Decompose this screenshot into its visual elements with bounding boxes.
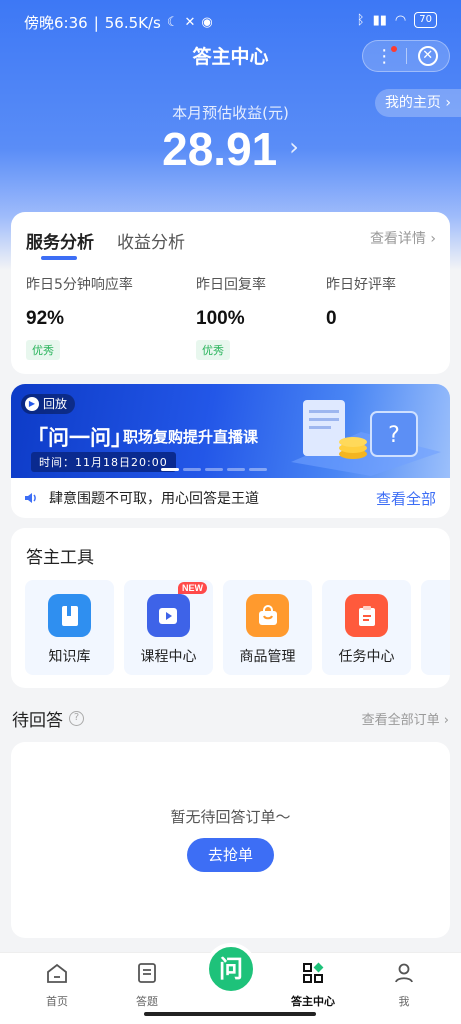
document-icon [138, 963, 156, 983]
help-icon[interactable]: ? [69, 711, 84, 726]
pending-section-header: 待回答 ? [12, 706, 84, 731]
grid-icon [303, 962, 324, 983]
tool-more[interactable] [421, 580, 450, 675]
tab-me[interactable]: 我 [374, 961, 434, 1009]
more-options-button[interactable]: ⋮ [363, 41, 406, 71]
close-button[interactable]: ✕ [406, 41, 449, 71]
view-all-link[interactable]: 查看全部 [376, 488, 436, 509]
tab-home[interactable]: 首页 [27, 961, 87, 1009]
home-indicator [144, 1012, 316, 1016]
view-all-orders-link[interactable]: 查看全部订单 › [362, 709, 449, 728]
status-bar: 傍晚6:36 | 56.5K/s ☾ ✕ ◉ ᛒ ▮▮ ◠ 70 [0, 8, 461, 36]
mute-icon: ✕ [184, 15, 196, 30]
metric-response-rate: 昨日5分钟响应率 92% 优秀 [26, 274, 133, 360]
status-badge: 优秀 [26, 340, 60, 360]
metric-rating: 昨日好评率 0 [326, 277, 396, 329]
tab-income-analysis[interactable]: 收益分析 [117, 228, 185, 253]
service-analysis-card: 服务分析 收益分析 查看详情 › 昨日5分钟响应率 92% 优秀 昨日回复率 1… [11, 212, 450, 374]
earnings-row[interactable]: 28.91 › [0, 122, 461, 176]
live-course-banner[interactable]: ▶ 回放 「问一问」 职场复购提升直播课 时间：11月18日20:00 ? [11, 384, 450, 478]
empty-state-text: 暂无待回答订单～ [170, 808, 291, 826]
moon-icon: ☾ [166, 15, 179, 30]
shopping-bag-icon [246, 594, 289, 637]
pending-orders-card: 暂无待回答订单～ 去抢单 [11, 742, 450, 938]
status-badge: 优秀 [196, 340, 230, 360]
svg-text:?: ? [388, 423, 400, 448]
tools-title: 答主工具 [26, 548, 94, 568]
tool-course-center[interactable]: 课程中心 NEW [124, 580, 213, 675]
tab-answerer-center[interactable]: 答主中心 [283, 961, 343, 1009]
tab-answer[interactable]: 答题 [117, 961, 177, 1009]
active-tab-indicator [41, 256, 77, 260]
banner-illustration: ? [291, 400, 441, 476]
earnings-label: 本月预估收益(元) [172, 104, 289, 122]
ask-center-button[interactable]: 问 [205, 943, 257, 995]
notification-dot [391, 46, 397, 52]
tool-product-management[interactable]: 商品管理 [223, 580, 312, 675]
view-details-link[interactable]: 查看详情 › [370, 228, 436, 248]
answerer-tools-card: 答主工具 知识库 课程中心 NEW 商品管理 任务中心 [11, 528, 450, 688]
earnings-value: 28.91 [162, 123, 278, 175]
wifi-icon: ◠ [394, 12, 407, 28]
user-icon [395, 963, 413, 983]
book-icon [48, 594, 91, 637]
banner-time: 时间：11月18日20:00 [31, 452, 176, 472]
speaker-icon [25, 493, 36, 503]
pending-title: 待回答 [12, 711, 63, 731]
chevron-right-icon: › [289, 133, 299, 161]
grab-order-button[interactable]: 去抢单 [187, 838, 274, 872]
new-badge: NEW [178, 582, 207, 594]
carousel-indicator [161, 468, 267, 471]
close-icon: ✕ [417, 46, 438, 66]
status-time: 傍晚6:36 [24, 14, 88, 32]
clipboard-icon [345, 594, 388, 637]
replay-badge: ▶ 回放 [21, 394, 76, 414]
home-icon [47, 963, 67, 983]
video-icon [147, 594, 190, 637]
signal-icon: ▮▮ [372, 12, 387, 28]
tab-service-analysis[interactable]: 服务分析 [26, 228, 94, 253]
battery-icon: 70 [414, 12, 437, 28]
banner-title: 「问一问」 [27, 426, 132, 450]
banner-subtitle: 职场复购提升直播课 [123, 428, 259, 446]
app-notification-icon: ◉ [201, 15, 213, 30]
tool-task-center[interactable]: 任务中心 [322, 580, 411, 675]
tool-knowledge-base[interactable]: 知识库 [25, 580, 114, 675]
bluetooth-icon: ᛒ [356, 12, 365, 28]
notice-text: 肆意围题不可取，用心回答是王道 [49, 491, 259, 507]
network-speed: 56.5K/s [104, 13, 161, 32]
notice-bar: 肆意围题不可取，用心回答是王道 查看全部 [11, 478, 450, 518]
play-icon: ▶ [25, 397, 39, 411]
metric-reply-rate: 昨日回复率 100% 优秀 [196, 274, 266, 360]
banner-card: ▶ 回放 「问一问」 职场复购提升直播课 时间：11月18日20:00 ? 肆意… [11, 384, 450, 518]
mini-program-capsule: ⋮ ✕ [362, 40, 450, 72]
